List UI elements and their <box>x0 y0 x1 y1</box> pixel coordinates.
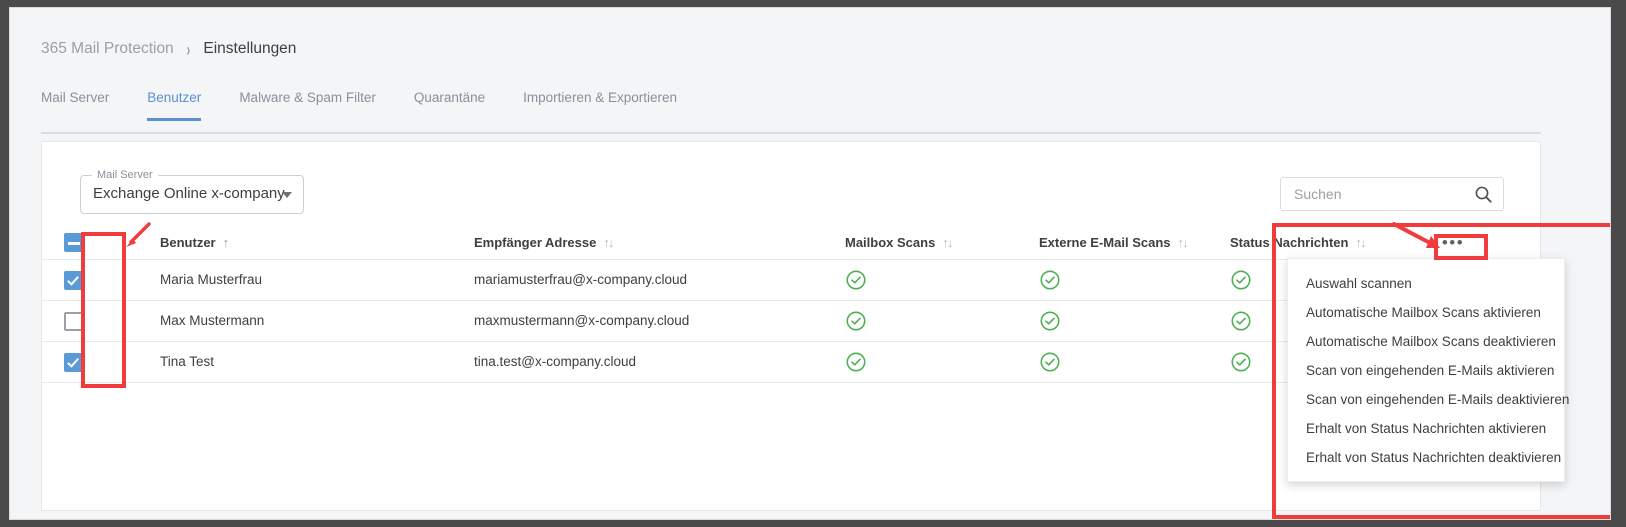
column-header-status-nachrichten-label: Status Nachrichten <box>1230 235 1349 250</box>
app-window: 365 Mail Protection › Einstellungen Mail… <box>9 7 1611 520</box>
column-header-benutzer[interactable]: Benutzer ↑ <box>160 235 229 250</box>
more-options-button[interactable]: ••• <box>1427 231 1479 254</box>
mail-server-select[interactable]: Mail Server Exchange Online x-company <box>80 168 304 214</box>
column-header-mailbox-scans[interactable]: Mailbox Scans ↑↓ <box>845 235 953 250</box>
row-checkbox[interactable] <box>64 312 83 331</box>
column-header-empfaenger-adresse[interactable]: Empfänger Adresse ↑↓ <box>474 235 614 250</box>
chevron-down-icon <box>282 192 292 198</box>
cell-empfaenger-adresse: mariamusterfrau@x-company.cloud <box>474 272 688 287</box>
menu-item-scan-eingehende-emails-aktivieren[interactable]: Scan von eingehenden E-Mails aktivieren <box>1288 356 1564 385</box>
column-header-empfaenger-adresse-label: Empfänger Adresse <box>474 235 597 250</box>
menu-item-status-nachrichten-deaktivieren[interactable]: Erhalt von Status Nachrichten deaktivier… <box>1288 443 1564 472</box>
menu-item-auswahl-scannen[interactable]: Auswahl scannen <box>1288 269 1564 298</box>
breadcrumb-current: Einstellungen <box>203 40 297 57</box>
status-mailbox-scans-enabled-icon <box>845 310 867 337</box>
sort-unsorted-icon: ↑↓ <box>942 235 953 250</box>
table-header-row: Benutzer ↑ Empfänger Adresse ↑↓ Mailbox … <box>42 226 1540 260</box>
select-all-checkbox[interactable] <box>64 233 83 252</box>
column-header-externe-email-scans[interactable]: Externe E-Mail Scans ↑↓ <box>1039 235 1189 250</box>
row-checkbox[interactable] <box>64 353 83 372</box>
sort-unsorted-icon: ↑↓ <box>603 235 614 250</box>
menu-item-status-nachrichten-aktivieren[interactable]: Erhalt von Status Nachrichten aktivieren <box>1288 414 1564 443</box>
tab-benutzer[interactable]: Benutzer <box>147 90 202 121</box>
menu-item-auto-mailbox-scans-aktivieren[interactable]: Automatische Mailbox Scans aktivieren <box>1288 298 1564 327</box>
sort-unsorted-icon: ↑↓ <box>1177 235 1189 250</box>
tab-bar: Mail Server Benutzer Malware & Spam Filt… <box>41 90 1541 121</box>
menu-item-auto-mailbox-scans-deaktivieren[interactable]: Automatische Mailbox Scans deaktivieren <box>1288 327 1564 356</box>
status-externe-email-scans-enabled-icon <box>1039 310 1061 337</box>
breadcrumb: 365 Mail Protection › Einstellungen <box>41 38 297 60</box>
status-nachrichten-enabled-icon <box>1230 269 1252 296</box>
mail-server-select-label: Mail Server <box>92 168 158 182</box>
cell-empfaenger-adresse: maxmustermann@x-company.cloud <box>474 313 690 328</box>
tab-bar-divider <box>41 132 1541 134</box>
ellipsis-icon: ••• <box>1441 232 1465 252</box>
column-header-mailbox-scans-label: Mailbox Scans <box>845 235 936 250</box>
mail-server-select-value: Exchange Online x-company <box>93 185 285 202</box>
cell-empfaenger-adresse: tina.test@x-company.cloud <box>474 354 637 369</box>
column-header-benutzer-label: Benutzer <box>160 235 216 250</box>
menu-item-scan-eingehende-emails-deaktivieren[interactable]: Scan von eingehenden E-Mails deaktiviere… <box>1288 385 1569 414</box>
status-nachrichten-enabled-icon <box>1230 310 1252 337</box>
search-icon[interactable] <box>1474 185 1493 209</box>
tab-importieren-exportieren[interactable]: Importieren & Exportieren <box>523 90 677 121</box>
sort-unsorted-icon: ↑↓ <box>1355 235 1366 250</box>
status-externe-email-scans-enabled-icon <box>1039 269 1061 296</box>
tab-quarantaene[interactable]: Quarantäne <box>414 90 485 121</box>
status-nachrichten-enabled-icon <box>1230 351 1252 378</box>
search-input[interactable] <box>1281 178 1466 210</box>
tab-mail-server[interactable]: Mail Server <box>41 90 109 121</box>
chevron-right-icon: › <box>186 38 190 60</box>
breadcrumb-root[interactable]: 365 Mail Protection <box>41 40 174 58</box>
cell-benutzer: Tina Test <box>160 354 215 369</box>
row-checkbox[interactable] <box>64 271 83 290</box>
sort-ascending-icon: ↑ <box>222 235 230 250</box>
more-options-menu: Auswahl scannen Automatische Mailbox Sca… <box>1287 258 1569 482</box>
column-header-status-nachrichten[interactable]: Status Nachrichten ↑↓ <box>1230 235 1366 250</box>
search-box[interactable] <box>1280 177 1504 211</box>
cell-benutzer: Max Mustermann <box>160 313 265 328</box>
status-mailbox-scans-enabled-icon <box>845 351 867 378</box>
tab-malware-spam-filter[interactable]: Malware & Spam Filter <box>239 90 376 121</box>
cell-benutzer: Maria Musterfrau <box>160 272 263 287</box>
status-mailbox-scans-enabled-icon <box>845 269 867 296</box>
column-header-externe-email-scans-label: Externe E-Mail Scans <box>1039 235 1171 250</box>
status-externe-email-scans-enabled-icon <box>1039 351 1061 378</box>
